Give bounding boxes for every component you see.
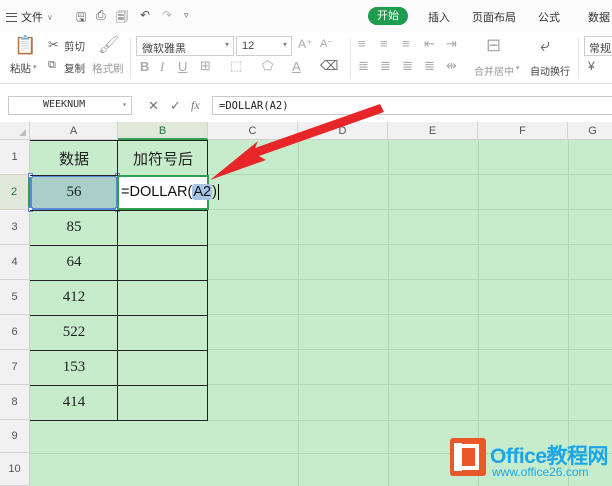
logo-url: www.office26.com — [492, 465, 589, 479]
annotation-arrow — [210, 104, 384, 180]
office-logo-icon — [450, 438, 486, 476]
watermark-logo: Office教程网 www.office26.com — [448, 438, 612, 486]
red-arrow-icon — [210, 104, 384, 180]
office-glyph-icon — [454, 443, 479, 471]
